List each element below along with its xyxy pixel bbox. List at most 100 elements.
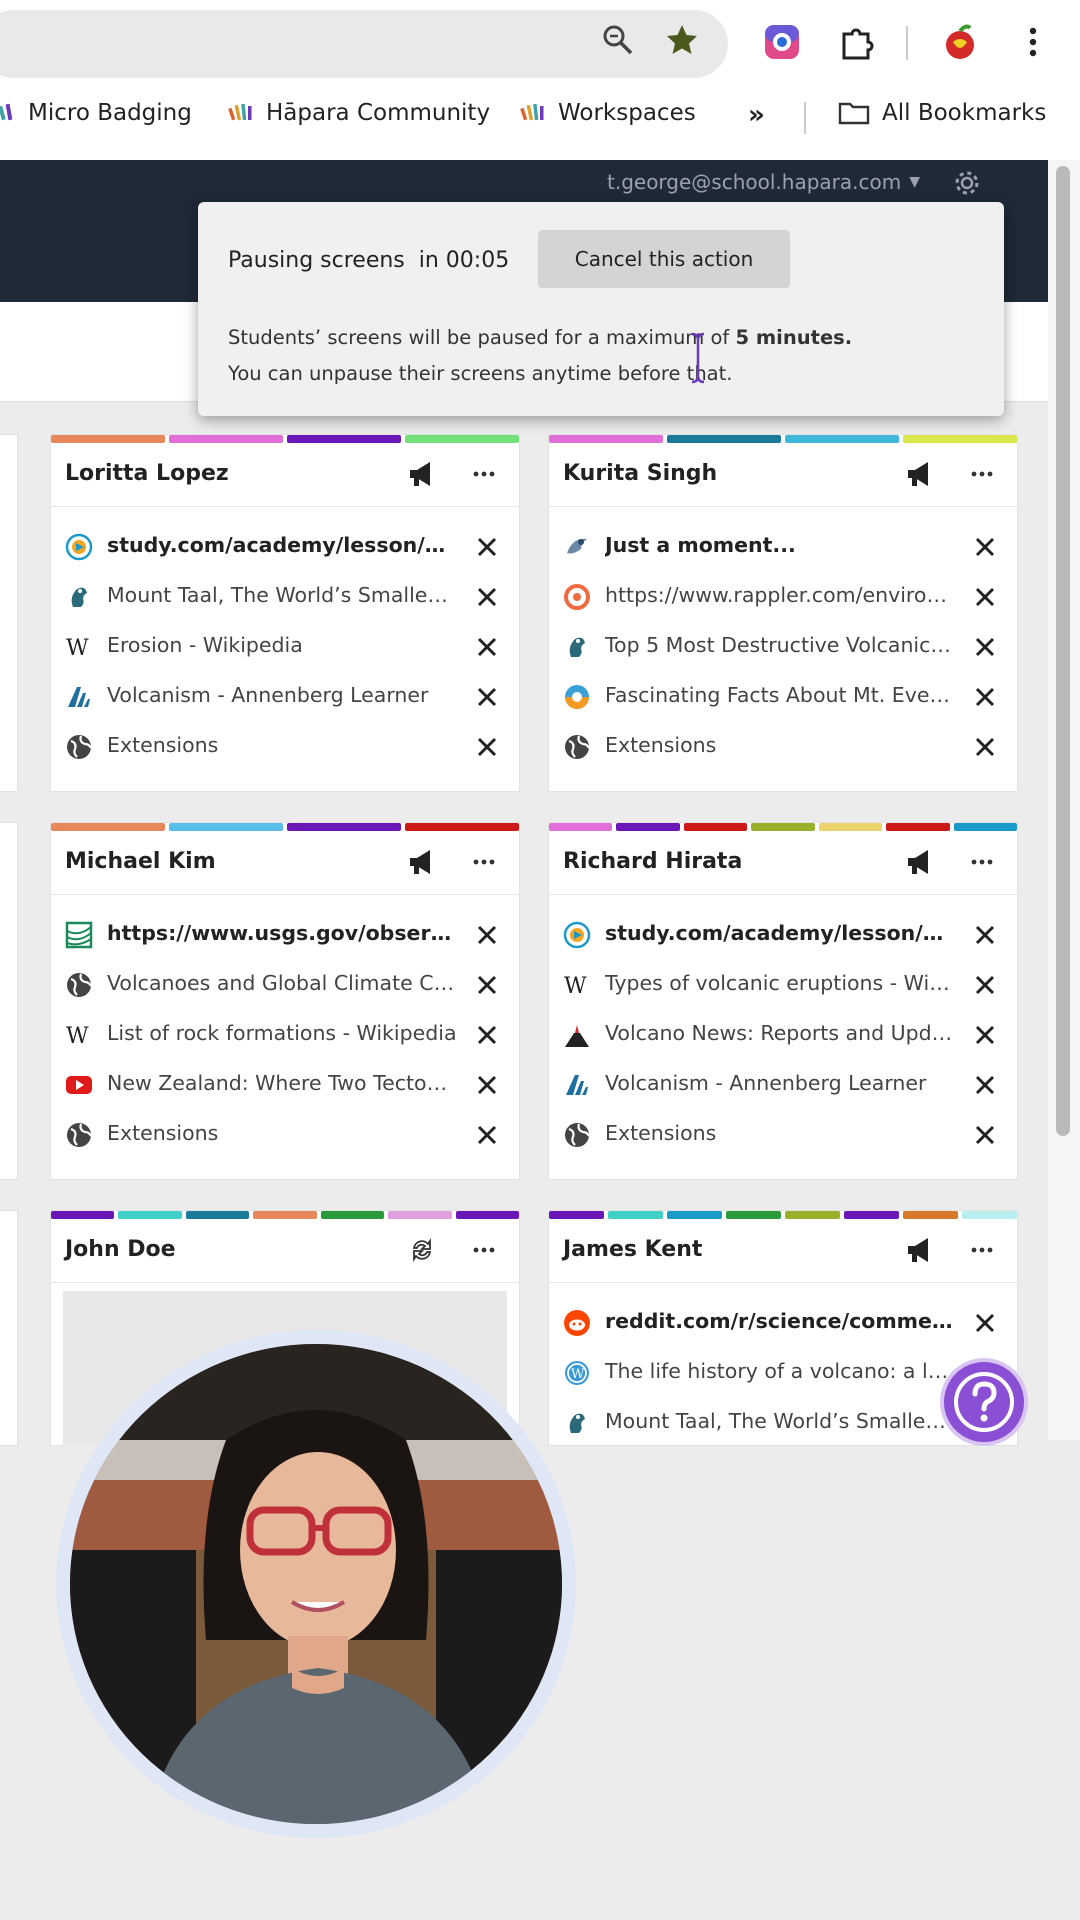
close-tab-icon[interactable] [973, 973, 997, 997]
browser-tab-item[interactable]: Extensions [51, 721, 519, 771]
student-card[interactable]: Loritta Lopez study.com/academy/lesson/w.… [50, 434, 520, 792]
browser-tab-item[interactable]: Volcanism - Annenberg Learner [549, 1059, 1017, 1109]
help-button[interactable] [940, 1358, 1028, 1446]
browser-tab-item[interactable]: study.com/academy/lesson/w... [51, 521, 519, 571]
pause-message-line2: You can unpause their screens anytime be… [228, 362, 733, 385]
group-color-segment [51, 435, 165, 443]
close-tab-icon[interactable] [475, 535, 499, 559]
browser-tab-item[interactable]: Extensions [51, 1109, 519, 1159]
extension-camera-icon[interactable] [762, 22, 802, 62]
group-color-stripe [549, 1211, 1017, 1219]
browser-tab-item[interactable]: Extensions [549, 721, 1017, 771]
cancel-action-button[interactable]: Cancel this action [538, 230, 790, 288]
close-tab-icon[interactable] [973, 635, 997, 659]
bookmark-label: Workspaces [558, 100, 696, 126]
group-color-segment [549, 1211, 604, 1219]
all-bookmarks-button[interactable]: All Bookmarks [838, 100, 1046, 126]
close-tab-icon[interactable] [475, 735, 499, 759]
tab-title: Extensions [107, 733, 219, 757]
close-tab-icon[interactable] [973, 735, 997, 759]
student-card[interactable]: Michael Kim https://www.usgs.gov/observa.… [50, 822, 520, 1180]
tab-title: Erosion - Wikipedia [107, 633, 303, 657]
browser-tab-item[interactable]: Extensions [549, 1109, 1017, 1159]
browser-tab-item[interactable]: Top 5 Most Destructive Volcanic ... [549, 621, 1017, 671]
more-bookmarks-button[interactable]: » [748, 100, 765, 130]
more-options-icon[interactable] [467, 845, 501, 879]
close-tab-icon[interactable] [475, 1123, 499, 1147]
group-color-segment [253, 1211, 317, 1219]
close-tab-icon[interactable] [973, 1023, 997, 1047]
hapara-logo-icon [520, 103, 544, 121]
tab-title: Extensions [605, 733, 717, 757]
group-color-segment [962, 1211, 1017, 1219]
browser-tab-item[interactable]: https://www.usgs.gov/observa... [51, 909, 519, 959]
refresh-icon[interactable] [405, 1233, 439, 1267]
bookmark-micro-badging[interactable]: Micro Badging [0, 100, 192, 126]
close-tab-icon[interactable] [475, 973, 499, 997]
zoom-icon[interactable] [600, 22, 636, 58]
question-mark-icon [954, 1372, 1014, 1432]
megaphone-icon[interactable] [903, 845, 937, 879]
browser-menu-icon[interactable] [1018, 22, 1048, 62]
more-options-icon[interactable] [965, 457, 999, 491]
browser-tab-item[interactable]: Volcanism - Annenberg Learner [51, 671, 519, 721]
student-name: Kurita Singh [563, 461, 718, 486]
megaphone-icon[interactable] [405, 457, 439, 491]
student-card[interactable]: Kurita Singh Just a moment... https://www.… [548, 434, 1018, 792]
close-tab-icon[interactable] [973, 685, 997, 709]
close-tab-icon[interactable] [475, 685, 499, 709]
more-options-icon[interactable] [965, 1233, 999, 1267]
close-tab-icon[interactable] [973, 1073, 997, 1097]
svg-text:W: W [66, 1024, 89, 1049]
close-tab-icon[interactable] [475, 1073, 499, 1097]
apple-extension-icon[interactable] [940, 22, 980, 62]
browser-tab-item[interactable]: W Erosion - Wikipedia [51, 621, 519, 671]
tab-title: study.com/academy/lesson/w... [605, 921, 955, 945]
more-options-icon[interactable] [467, 1233, 501, 1267]
browser-tab-item[interactable]: study.com/academy/lesson/w... [549, 909, 1017, 959]
wikipedia-icon: W [65, 1021, 93, 1049]
close-tab-icon[interactable] [475, 585, 499, 609]
bookmark-star-icon[interactable] [664, 22, 700, 58]
close-tab-icon[interactable] [973, 923, 997, 947]
browser-tab-item[interactable]: Volcano News: Reports and Upda... [549, 1009, 1017, 1059]
user-menu[interactable]: t.george@school.hapara.com ▼ [607, 170, 920, 194]
group-color-segment [169, 823, 283, 831]
megaphone-icon[interactable] [405, 845, 439, 879]
extensions-puzzle-icon[interactable] [836, 22, 876, 62]
group-color-segment [616, 823, 680, 831]
bookmark-hapara-community[interactable]: Hāpara Community [228, 100, 490, 126]
close-tab-icon[interactable] [475, 923, 499, 947]
annenberg-icon [65, 683, 93, 711]
close-tab-icon[interactable] [475, 1023, 499, 1047]
gear-icon[interactable] [952, 168, 982, 198]
close-tab-icon[interactable] [973, 1311, 997, 1335]
close-tab-icon[interactable] [973, 1123, 997, 1147]
browser-tab-item[interactable]: Mount Taal, The World’s Smallest... [51, 571, 519, 621]
megaphone-icon[interactable] [903, 457, 937, 491]
group-color-segment [818, 823, 883, 831]
pause-countdown: Pausing screens in 00:05 [228, 248, 510, 273]
browser-tab-item[interactable]: reddit.com/r/science/commen... [549, 1297, 1017, 1347]
group-color-segment [903, 435, 1017, 443]
close-tab-icon[interactable] [973, 535, 997, 559]
close-tab-icon[interactable] [973, 585, 997, 609]
site-icon [563, 633, 591, 661]
group-color-segment [726, 1211, 781, 1219]
browser-tab-item[interactable]: https://www.rappler.com/environ... [549, 571, 1017, 621]
browser-tab-item[interactable]: W Types of volcanic eruptions - Wiki... [549, 959, 1017, 1009]
browser-tab-item[interactable]: Just a moment... [549, 521, 1017, 571]
browser-tab-item[interactable]: Fascinating Facts About Mt. Everest [549, 671, 1017, 721]
megaphone-icon[interactable] [903, 1233, 937, 1267]
bookmark-workspaces[interactable]: Workspaces [520, 100, 696, 126]
close-tab-icon[interactable] [475, 635, 499, 659]
student-card[interactable]: Richard Hirata study.com/academy/lesson/w… [548, 822, 1018, 1180]
browser-tab-item[interactable]: Volcanoes and Global Climate Ch... [51, 959, 519, 1009]
tab-title: Mount Taal, The World’s Smallest... [605, 1409, 955, 1433]
browser-tab-item[interactable]: W List of rock formations - Wikipedia [51, 1009, 519, 1059]
more-options-icon[interactable] [467, 457, 501, 491]
more-options-icon[interactable] [965, 845, 999, 879]
browser-tab-item[interactable]: New Zealand: Where Two Tectoni... [51, 1059, 519, 1109]
group-color-segment [118, 1211, 182, 1219]
scrollbar-thumb[interactable] [1056, 166, 1070, 1136]
